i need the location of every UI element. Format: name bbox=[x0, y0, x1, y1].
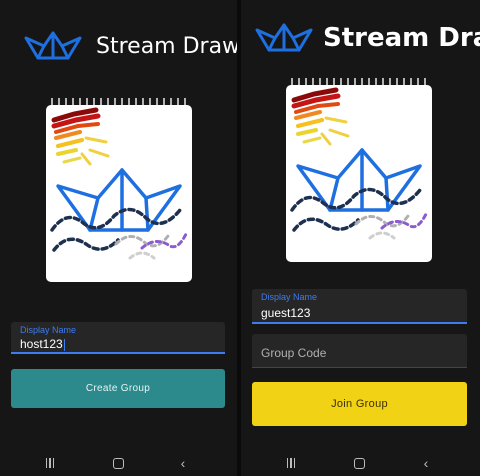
sketch-illustration bbox=[286, 78, 432, 262]
guest-screen: Stream Draw bbox=[241, 0, 480, 476]
paper-boat-icon bbox=[255, 23, 313, 52]
display-name-value[interactable]: guest123 bbox=[261, 306, 310, 320]
join-group-button[interactable]: Join Group bbox=[252, 382, 467, 426]
navigation-bar: ‹ bbox=[241, 450, 480, 476]
back-icon[interactable]: ‹ bbox=[173, 450, 193, 476]
group-code-field[interactable]: Group Code bbox=[252, 334, 467, 368]
home-icon[interactable] bbox=[349, 450, 369, 476]
display-name-label: Display Name bbox=[261, 292, 318, 302]
app-title: Stream Draw bbox=[96, 33, 237, 59]
host-screen: Stream Draw Display Name host123 Create … bbox=[0, 0, 237, 476]
sketch-illustration bbox=[46, 98, 192, 282]
create-group-button[interactable]: Create Group bbox=[11, 369, 225, 408]
recents-icon[interactable] bbox=[40, 450, 60, 476]
app-header: Stream Draw bbox=[24, 30, 237, 62]
display-name-field[interactable]: Display Name host123 bbox=[11, 322, 225, 354]
back-icon[interactable]: ‹ bbox=[416, 450, 436, 476]
recents-icon[interactable] bbox=[281, 450, 301, 476]
navigation-bar: ‹ bbox=[0, 450, 237, 476]
paper-boat-icon bbox=[24, 31, 82, 60]
app-title: Stream Draw bbox=[323, 23, 480, 53]
group-code-placeholder: Group Code bbox=[261, 346, 327, 360]
display-name-value[interactable]: host123 bbox=[20, 337, 65, 351]
display-name-label: Display Name bbox=[20, 325, 77, 335]
display-name-field[interactable]: Display Name guest123 bbox=[252, 289, 467, 324]
app-header: Stream Draw bbox=[255, 22, 480, 54]
home-icon[interactable] bbox=[108, 450, 128, 476]
text-cursor bbox=[63, 338, 65, 351]
